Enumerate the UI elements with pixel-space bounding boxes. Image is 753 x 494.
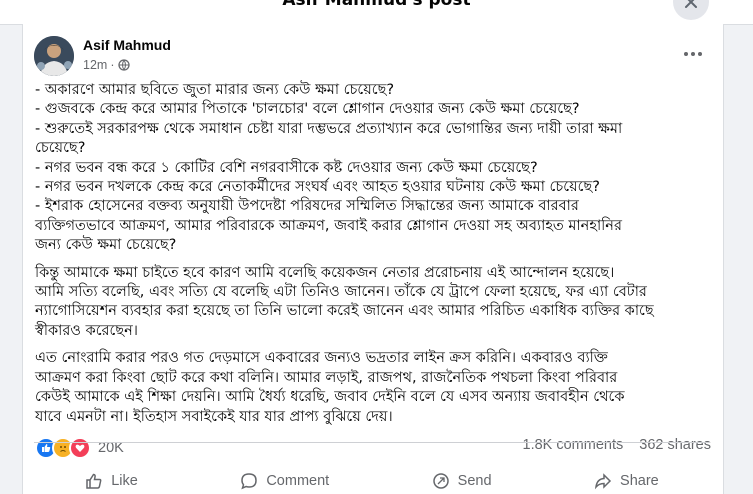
avatar[interactable]	[34, 36, 74, 76]
send-icon	[432, 473, 449, 489]
action-bar: Like Comment Send Share	[34, 448, 710, 490]
send-label: Send	[457, 473, 492, 489]
post-line: স্বীকারও করেছেন।	[35, 322, 138, 339]
post-line: - অকারণে আমার ছবিতে জুতা মারার জন্য কেউ …	[35, 82, 395, 98]
post-line: এত নোংরামি করার পরও গত দেড়মাসে একবারের …	[35, 350, 608, 367]
post-line: আমি সত্যি বলেছি, এবং সত্যি যে বলেছি এটা …	[35, 284, 647, 301]
like-label: Like	[111, 473, 138, 489]
post-line: - শুরুতেই সরকারপক্ষ থেকে সমাধান চেষ্টা য…	[35, 120, 623, 137]
dot	[684, 52, 688, 56]
share-label: Share	[620, 473, 659, 489]
close-icon	[685, 0, 697, 8]
post-line: - নগর ভবন দখলকে কেন্দ্র করে নেতাকর্মীদের…	[35, 179, 600, 196]
post-line: চেয়েছে?	[35, 140, 86, 157]
more-options-button[interactable]	[679, 44, 707, 64]
like-icon	[86, 473, 102, 489]
post-time[interactable]: 12m	[83, 58, 107, 72]
globe-icon	[117, 59, 130, 71]
author-name[interactable]: Asif Mahmud	[83, 37, 171, 53]
post-line: ব্যক্তিগতভাবে আক্রমণ, আমার পরিবারকে আক্র…	[35, 217, 622, 234]
comment-button[interactable]: Comment	[240, 448, 329, 490]
post-line: - ইশরাক হোসেনের বক্তব্য অনুযায়ী উপদেষ্ট…	[35, 198, 579, 215]
close-button[interactable]	[673, 0, 709, 20]
post-line: - গুজবকে কেন্দ্র করে আমার পিতাকে 'চালচোর…	[35, 101, 580, 118]
comment-icon	[241, 473, 258, 490]
post-line: কিন্তু আমাকে ক্ষমা চাইতে হবে কারণ আমি বল…	[35, 264, 615, 281]
post-line: ন্যাগোসিয়েশন ব্যবহার করা হয়েছে তা তিনি…	[35, 303, 654, 320]
dialog-title: Asif Mahmud's post	[282, 0, 471, 10]
like-button[interactable]: Like	[85, 448, 138, 490]
dot	[691, 52, 695, 56]
post-meta: 12m ·	[83, 58, 130, 72]
post-line: - নগর ভবন বন্ধ করে ১ কোটির বেশি নগরবাসীক…	[35, 159, 538, 176]
post-paragraph: - অকারণে আমার ছবিতে জুতা মারার জন্য কেউ …	[35, 81, 717, 256]
meta-separator: ·	[110, 58, 115, 72]
post-line: আক্রমণ করা কিংবা ছোট করে কথা বলিনি। আমার…	[35, 369, 618, 386]
post-line: কেউই আমাকে এই শিক্ষা দেয়নি। আমি ধৈর্য্য…	[35, 389, 625, 406]
share-icon	[594, 473, 612, 490]
post-line: জন্য কেউ ক্ষমা চেয়েছে?	[35, 237, 177, 254]
dot	[698, 52, 702, 56]
post-line: যাবে এমনটা না। ইতিহাস সবাইকেই যার যার প্…	[35, 408, 393, 425]
share-button[interactable]: Share	[594, 448, 659, 490]
post-card: Asif Mahmud 12m · - অকারণে আমার ছবিতে জু…	[22, 24, 724, 494]
post-paragraph: এত নোংরামি করার পরও গত দেড়মাসে একবারের …	[35, 349, 717, 427]
action-divider	[34, 442, 710, 443]
dialog-header: Asif Mahmud's post	[0, 0, 753, 25]
post-paragraph: কিন্তু আমাকে ক্ষমা চাইতে হবে কারণ আমি বল…	[35, 264, 717, 342]
post-body: - অকারণে আমার ছবিতে জুতা মারার জন্য কেউ …	[35, 81, 717, 435]
comment-label: Comment	[266, 473, 330, 489]
send-button[interactable]: Send	[432, 448, 492, 490]
